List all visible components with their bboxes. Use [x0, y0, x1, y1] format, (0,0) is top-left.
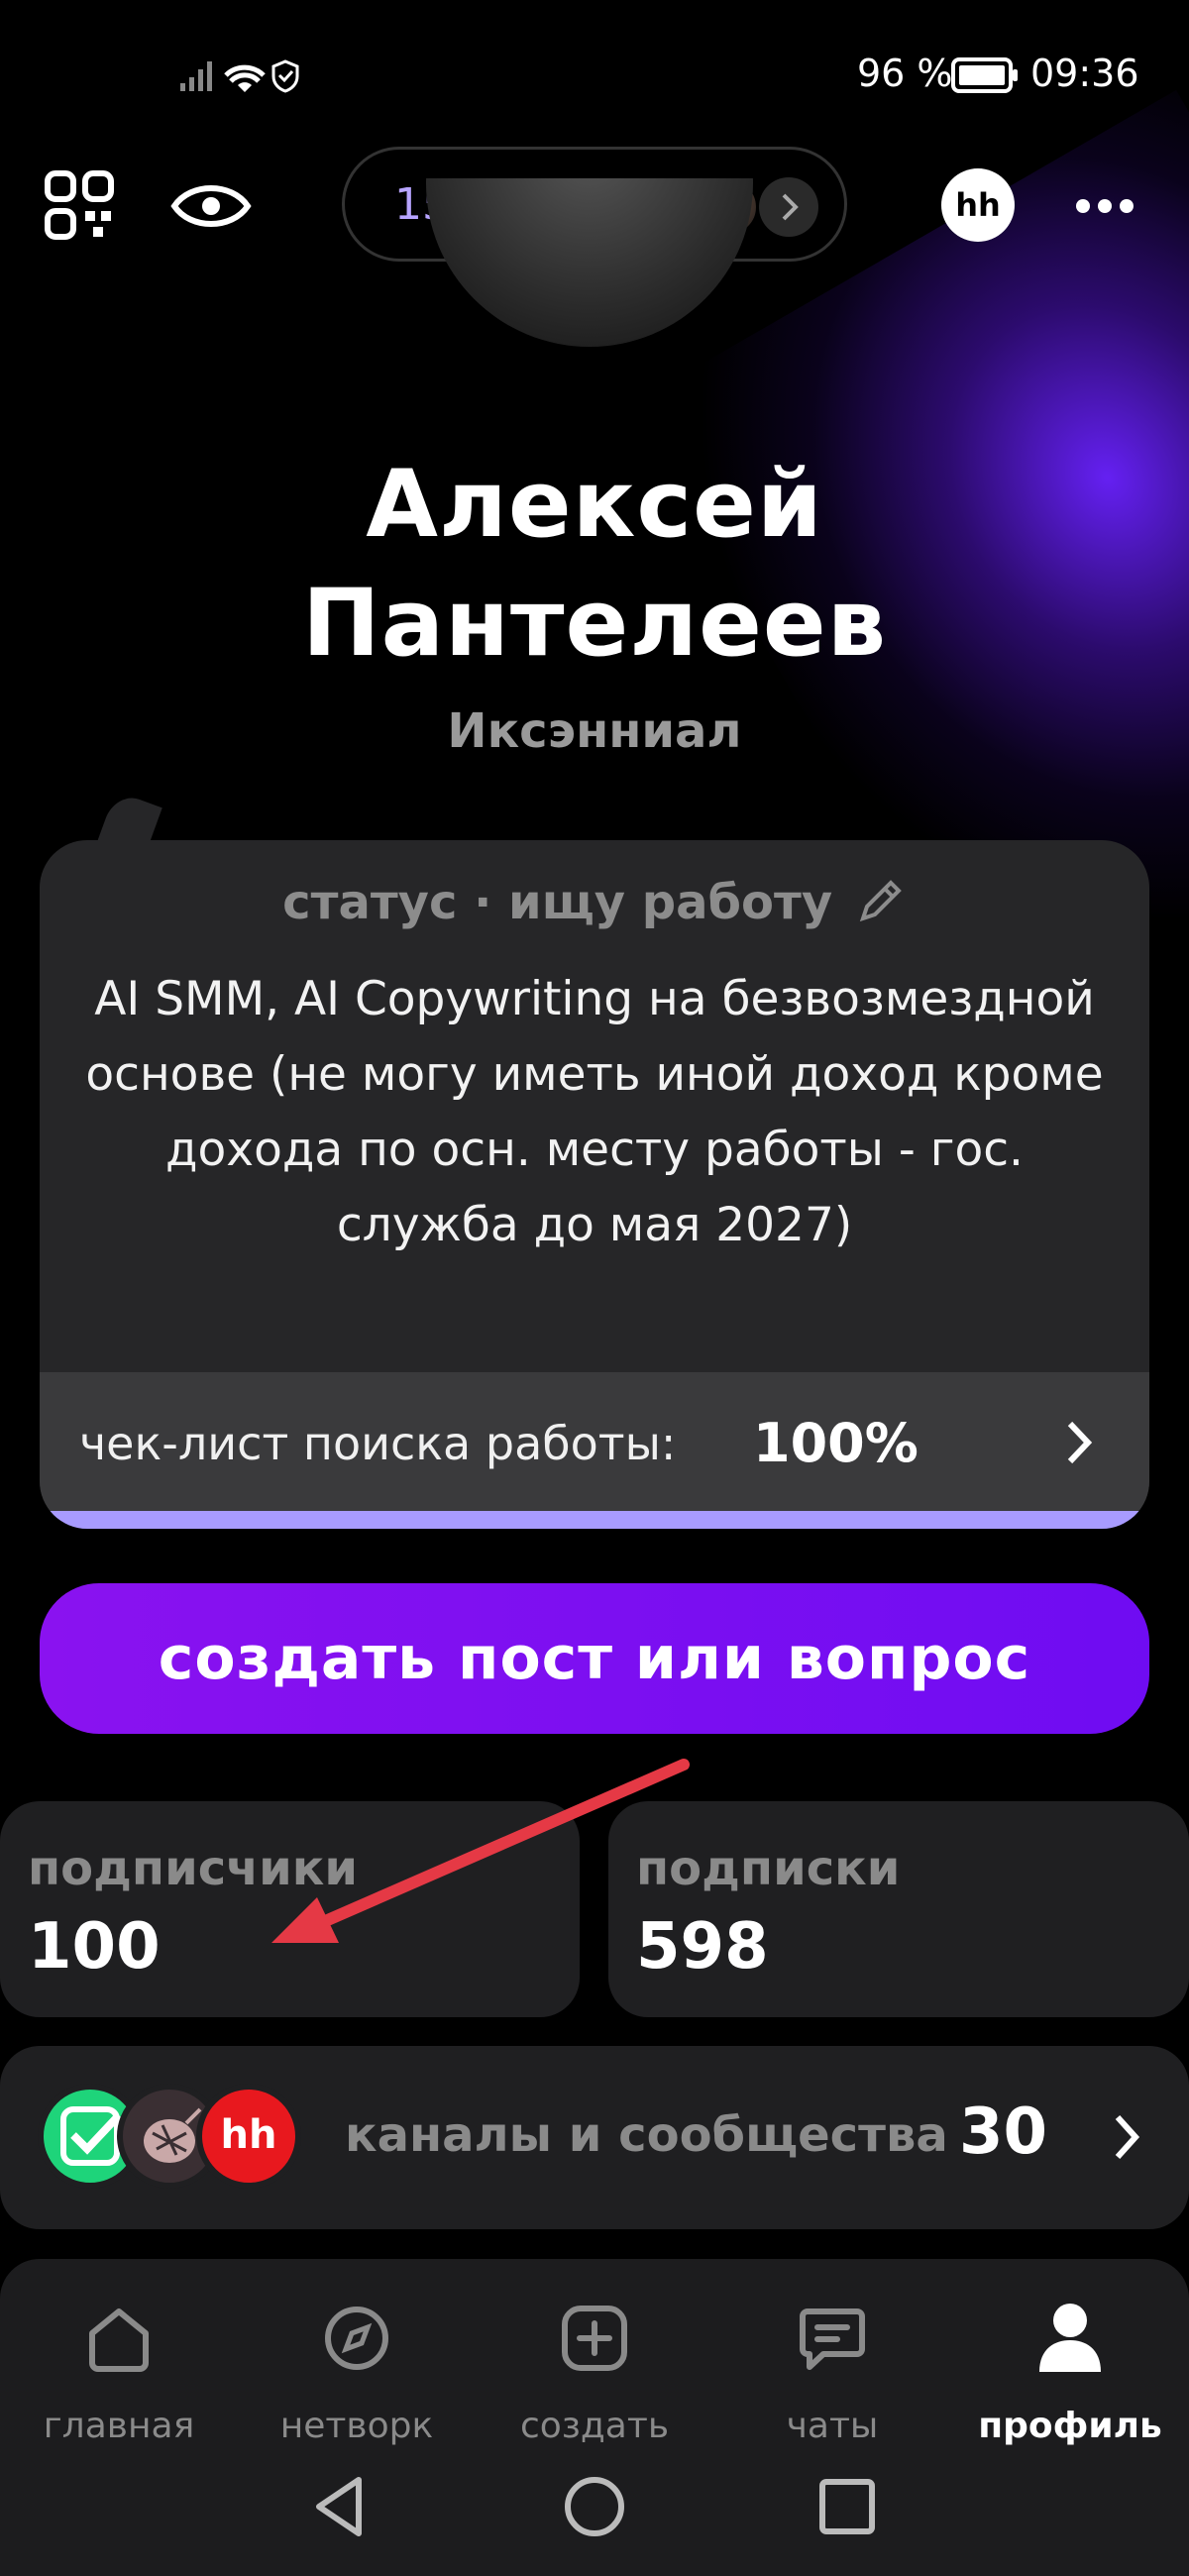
qr-code-icon[interactable]: [45, 170, 114, 240]
user-icon: [1039, 2304, 1101, 2372]
checklist-progress-bar: [40, 1511, 1149, 1529]
chevron-right-icon: [759, 177, 818, 237]
chevron-right-icon: [1115, 2114, 1140, 2160]
annotation-arrow: [271, 1759, 690, 1943]
status-card[interactable]: статус · ищу работу AI SMM, AI Copywriti…: [40, 840, 1149, 1529]
hh-account-button[interactable]: hh: [941, 168, 1015, 242]
profile-avatar[interactable]: [426, 178, 753, 347]
nav-create[interactable]: создать: [476, 2299, 713, 2446]
status-bar: 96 % 09:36: [0, 0, 1189, 149]
checklist-value: 100%: [753, 1412, 919, 1474]
nav-label: нетворк: [279, 2406, 434, 2446]
nav-profile[interactable]: профиль: [951, 2299, 1189, 2446]
plus-square-icon: [562, 2306, 627, 2371]
nav-label: профиль: [978, 2406, 1162, 2446]
profile-subtitle: Иксэнниал: [447, 703, 742, 759]
system-recents-icon[interactable]: [814, 2472, 880, 2541]
nav-home[interactable]: главная: [0, 2299, 238, 2446]
system-home-icon[interactable]: [562, 2472, 627, 2541]
chevron-right-icon: [1067, 1421, 1093, 1464]
pencil-icon: [859, 880, 902, 922]
create-post-button[interactable]: создать пост или вопрос: [40, 1583, 1149, 1734]
channels-communities-row[interactable]: hh каналы и сообщества 30: [0, 2046, 1189, 2229]
status-heading[interactable]: статус · ищу работу: [40, 875, 1149, 930]
more-menu-icon[interactable]: [1076, 198, 1141, 217]
nav-label: создать: [519, 2406, 670, 2446]
channels-label: каналы и сообщества: [345, 2107, 948, 2163]
nav-label: чаты: [786, 2406, 879, 2446]
clock: 09:36: [1030, 52, 1139, 95]
channels-count: 30: [959, 2095, 1048, 2169]
channel-hh-icon: hh: [196, 2084, 301, 2189]
status-heading-text: статус · ищу работу: [282, 875, 833, 930]
system-back-icon[interactable]: [309, 2472, 369, 2541]
profile-name-first: Алексей: [366, 451, 823, 559]
status-text: AI SMM, AI Copywriting на безвозмездной …: [85, 972, 1104, 1252]
nav-label: главная: [43, 2406, 195, 2446]
job-checklist-row[interactable]: чек-лист поиска работы: 100%: [40, 1372, 1149, 1511]
followers-value: 100: [28, 1910, 161, 1984]
home-icon: [89, 2308, 149, 2372]
profile-name-last: Пантелеев: [301, 570, 888, 678]
battery-percent: 96 %: [857, 52, 953, 95]
nav-network[interactable]: нетворк: [238, 2299, 476, 2446]
compass-icon: [325, 2307, 388, 2370]
checklist-label: чек-лист поиска работы:: [79, 1417, 677, 1470]
chat-icon: [800, 2308, 865, 2370]
signal-wifi-icons: [180, 59, 299, 93]
eye-icon[interactable]: [170, 178, 252, 234]
nav-chats[interactable]: чаты: [713, 2299, 951, 2446]
battery-icon: [951, 57, 1018, 93]
